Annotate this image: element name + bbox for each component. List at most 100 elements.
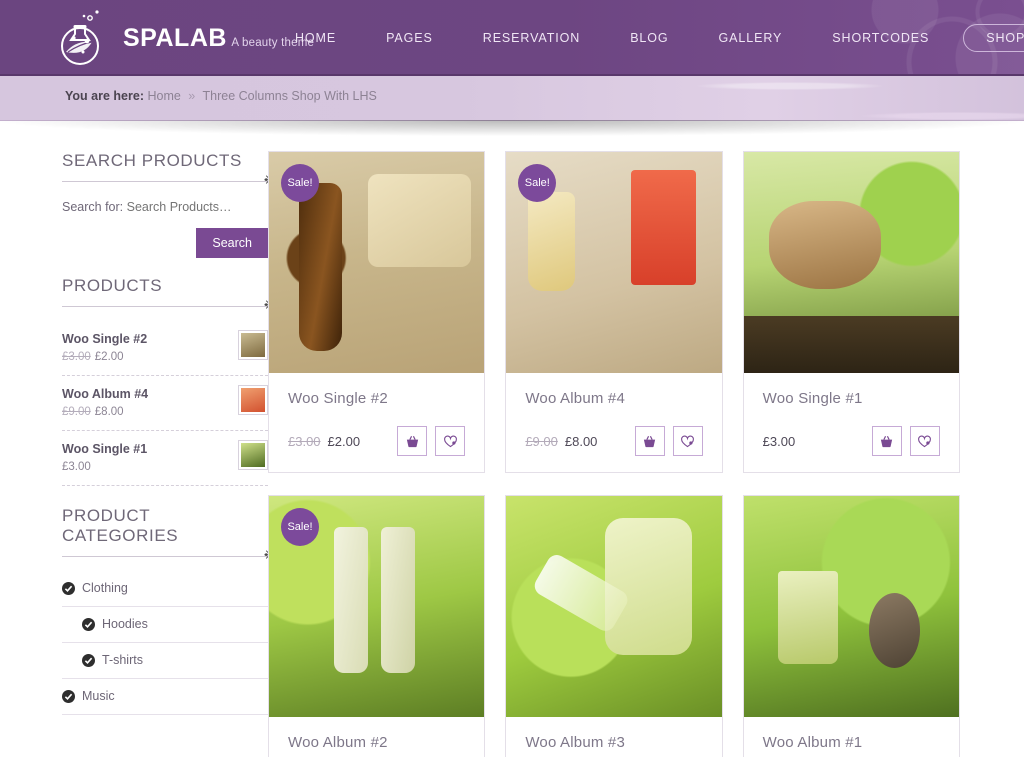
product-thumbnail[interactable]: [238, 330, 268, 360]
old-price: £9.00: [525, 433, 558, 449]
widget-product-categories: PRODUCT CATEGORIES ❉ Clothing Hoodies: [62, 506, 276, 715]
add-to-wishlist-button[interactable]: [435, 426, 466, 456]
breadcrumb-link-home[interactable]: Home: [147, 89, 180, 103]
heart-plus-icon: [917, 434, 932, 449]
shopping-basket-icon: [879, 434, 894, 449]
product-thumbnail[interactable]: [238, 385, 268, 415]
widget-search-products: SEARCH PRODUCTS ❉ Search for: Search: [62, 151, 276, 258]
nav-item-home[interactable]: HOME: [270, 0, 361, 74]
nav-item-shop[interactable]: SHOP: [963, 24, 1024, 52]
product-card[interactable]: Woo Album #1: [742, 495, 960, 757]
widget-title-categories: PRODUCT CATEGORIES: [62, 506, 179, 545]
product-title[interactable]: Woo Album #4: [525, 390, 702, 407]
product-card[interactable]: Sale! Woo Single #2 £3.00 £2.00: [268, 151, 486, 473]
product-image[interactable]: [506, 496, 722, 717]
breadcrumb: You are here: Home » Three Columns Shop …: [65, 89, 377, 103]
list-item[interactable]: Woo Album #4 £9.00 £8.00: [62, 376, 268, 431]
product-title[interactable]: Woo Single #1: [763, 390, 940, 407]
nav-item-reservation[interactable]: RESERVATION: [458, 0, 605, 74]
main-navigation[interactable]: HOME PAGES RESERVATION BLOG GALLERY SHOR…: [270, 0, 1024, 74]
divider: ❉: [62, 298, 276, 314]
product-card[interactable]: Sale! Woo Album #4 £9.00 £8.00: [505, 151, 723, 473]
search-row: Search for:: [62, 196, 268, 214]
product-image[interactable]: [743, 496, 959, 717]
product-price: £9.00 £8.00: [525, 434, 597, 449]
add-to-cart-button[interactable]: [397, 426, 428, 456]
list-item[interactable]: Woo Single #2 £3.00 £2.00: [62, 321, 268, 376]
check-circle-icon: [82, 617, 95, 631]
shopping-basket-icon: [642, 434, 657, 449]
product-title[interactable]: Woo Single #2: [288, 390, 465, 407]
category-item-hoodies[interactable]: Hoodies: [62, 607, 268, 643]
sale-badge: Sale!: [281, 164, 319, 202]
old-price: £3.00: [288, 433, 321, 449]
nav-item-pages[interactable]: PAGES: [361, 0, 458, 74]
heart-plus-icon: [443, 434, 458, 449]
breadcrumb-current: Three Columns Shop With LHS: [202, 89, 377, 103]
divider: ❉: [62, 548, 276, 564]
heart-plus-icon: [680, 434, 695, 449]
product-image[interactable]: Sale!: [506, 152, 722, 373]
add-to-cart-button[interactable]: [634, 426, 665, 456]
breadcrumb-separator-icon: »: [188, 89, 196, 103]
widget-title-products: PRODUCTS: [62, 276, 163, 295]
product-image[interactable]: Sale!: [269, 152, 485, 373]
product-title[interactable]: Woo Album #2: [288, 734, 465, 751]
old-price: £9.00: [62, 406, 91, 418]
product-card[interactable]: Woo Album #3: [505, 495, 723, 757]
check-circle-icon: [62, 581, 75, 595]
check-circle-icon: [82, 653, 95, 667]
category-label: Hoodies: [102, 617, 148, 631]
category-label: Clothing: [82, 581, 128, 595]
coconut-candle-photo: [743, 152, 959, 373]
sale-badge: Sale!: [281, 508, 319, 546]
add-to-cart-button[interactable]: [871, 426, 902, 456]
divider: ❉: [62, 173, 276, 189]
product-price: £3.00 £2.00: [62, 351, 147, 363]
current-price: £3.00: [62, 461, 91, 473]
brand-name: SPALAB: [123, 24, 227, 52]
flask-leaf-logo-icon: [54, 8, 112, 68]
product-name[interactable]: Woo Single #2: [62, 330, 147, 348]
product-title[interactable]: Woo Album #1: [763, 734, 940, 751]
breadcrumb-lead: You are here: [65, 89, 140, 103]
breadcrumb-colon: :: [139, 89, 144, 103]
product-name[interactable]: Woo Single #1: [62, 440, 147, 458]
product-price: £3.00: [763, 434, 796, 449]
add-to-wishlist-button[interactable]: [672, 426, 703, 456]
list-item[interactable]: Woo Single #1 £3.00: [62, 431, 268, 486]
nav-item-gallery[interactable]: GALLERY: [694, 0, 808, 74]
current-price: £3.00: [762, 433, 796, 449]
product-title[interactable]: Woo Album #3: [525, 734, 702, 751]
product-thumbnail[interactable]: [238, 440, 268, 470]
widget-products: PRODUCTS ❉ Woo Single #2 £3.00£2.00: [62, 276, 276, 486]
product-card[interactable]: Woo Single #1 £3.00: [742, 151, 960, 473]
product-image[interactable]: Sale!: [269, 496, 485, 717]
search-label: Search for:: [62, 200, 124, 214]
green-candle-glass-photo: [743, 496, 959, 717]
breadcrumb-bar: You are here: Home » Three Columns Shop …: [0, 76, 1024, 136]
product-name[interactable]: Woo Album #4: [62, 385, 148, 403]
current-price: £2.00: [327, 433, 361, 449]
shopping-basket-icon: [405, 434, 420, 449]
widget-title-search: SEARCH PRODUCTS: [62, 151, 242, 170]
category-item-music[interactable]: Music: [62, 679, 268, 715]
nav-item-blog[interactable]: BLOG: [605, 0, 693, 74]
sidebar: SEARCH PRODUCTS ❉ Search for: Search PRO…: [0, 151, 276, 757]
product-image[interactable]: [743, 152, 959, 373]
product-card[interactable]: Sale! Woo Album #2: [268, 495, 486, 757]
category-label: Music: [82, 689, 115, 703]
current-price: £8.00: [94, 406, 124, 418]
nav-item-shortcodes[interactable]: SHORTCODES: [807, 0, 954, 74]
search-input[interactable]: [126, 200, 247, 214]
page-body: SEARCH PRODUCTS ❉ Search for: Search PRO…: [0, 121, 1024, 757]
add-to-wishlist-button[interactable]: [909, 426, 940, 456]
shop-product-grid: Sale! Woo Single #2 £3.00 £2.00 Sale! Wo…: [268, 151, 1024, 757]
category-item-tshirts[interactable]: T-shirts: [62, 643, 268, 679]
old-price: £3.00: [62, 351, 91, 363]
green-spray-photo: [506, 496, 722, 717]
category-item-clothing[interactable]: Clothing: [62, 571, 268, 607]
product-price: £3.00 £2.00: [288, 434, 360, 449]
site-header: SPALAB A beauty theme HOME PAGES RESERVA…: [0, 0, 1024, 76]
search-button[interactable]: Search: [196, 228, 268, 258]
